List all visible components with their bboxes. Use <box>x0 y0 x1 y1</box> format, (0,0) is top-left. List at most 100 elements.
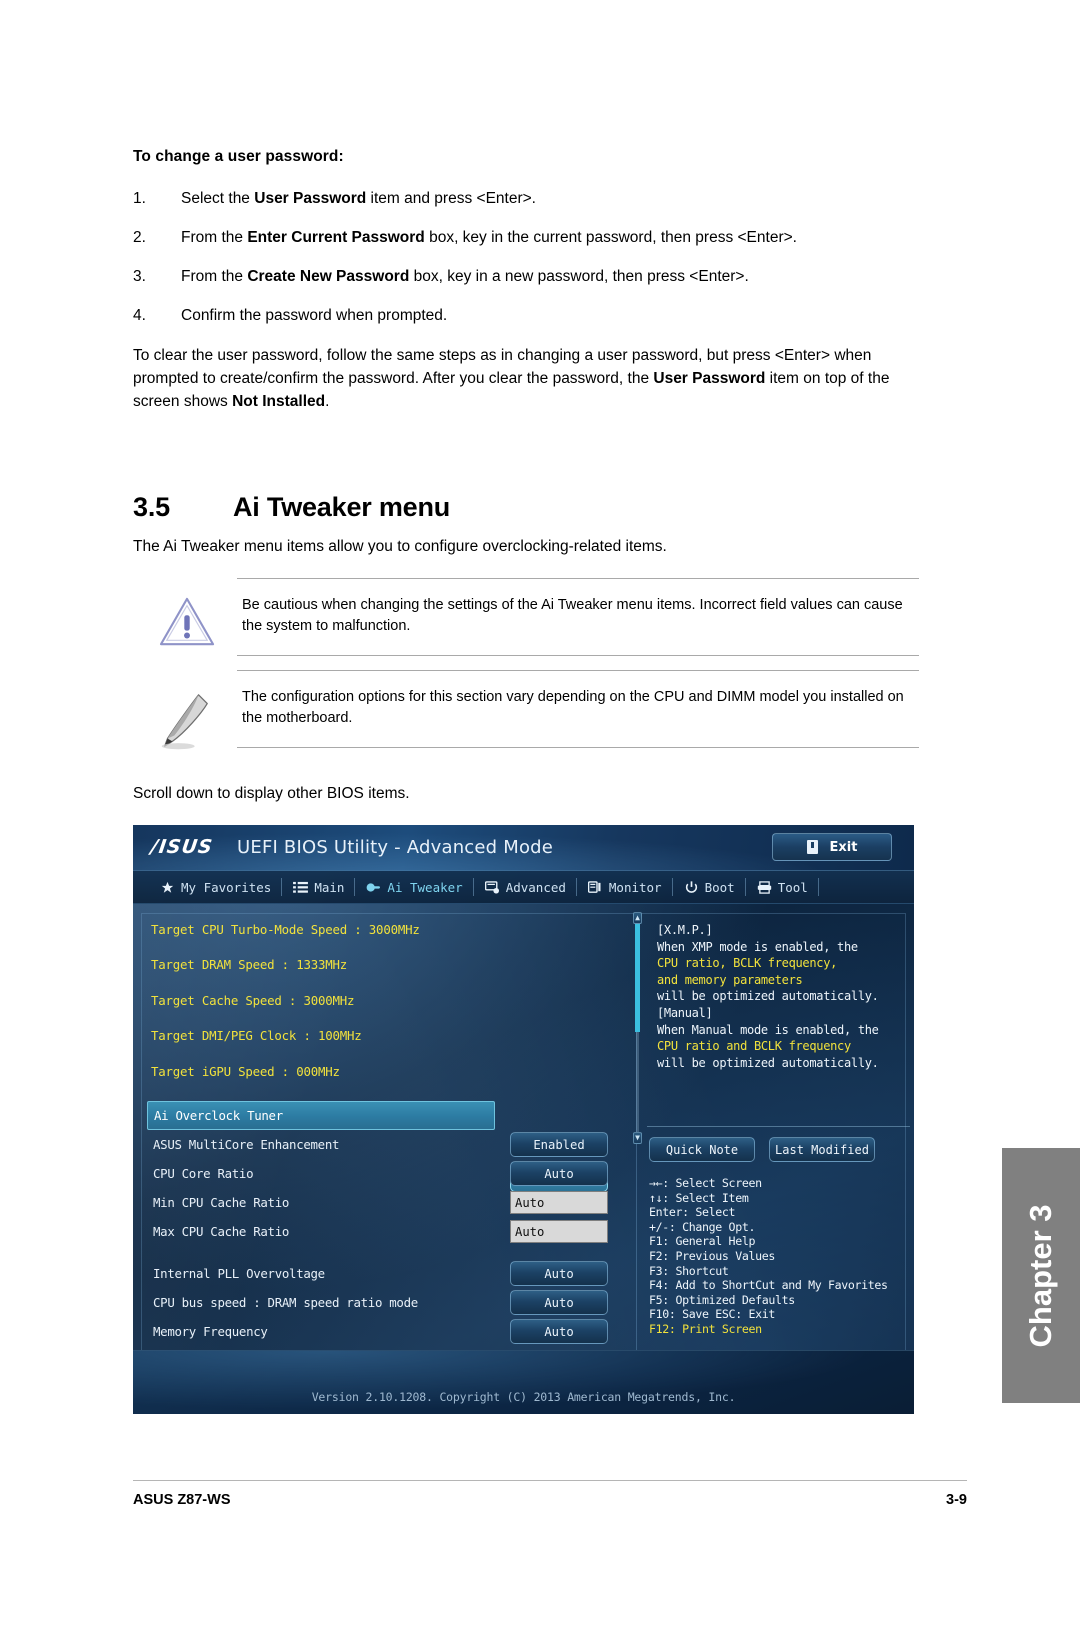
value-min-cpu-cache-ratio[interactable]: Auto <box>510 1191 608 1215</box>
tab-boot[interactable]: Boot <box>673 871 746 904</box>
tab-ai-tweaker[interactable]: Ai Tweaker <box>355 871 474 904</box>
scroll-up-arrow[interactable]: ▲ <box>633 912 642 924</box>
setting-row-min-cpu-cache-ratio[interactable]: Min CPU Cache Ratio Auto <box>147 1188 633 1217</box>
hotkey-line: F4: Add to ShortCut and My Favorites <box>649 1278 888 1293</box>
tweaker-icon <box>366 881 381 894</box>
setting-label: CPU Core Ratio <box>153 1166 254 1182</box>
scroll-thumb[interactable] <box>635 924 640 1032</box>
footer-product: ASUS Z87-WS <box>133 1492 231 1508</box>
step-text: From the Enter Current Password box, key… <box>181 229 797 246</box>
help-line: CPU ratio and BCLK frequency <box>657 1039 851 1054</box>
tab-label: Main <box>314 879 345 895</box>
tool-icon <box>757 880 772 894</box>
section-number: 3.5 <box>133 492 170 522</box>
hotkey-line: F1: General Help <box>649 1234 756 1249</box>
bios-content: Target CPU Turbo-Mode Speed : 3000MHz Ta… <box>133 904 914 1364</box>
section-subheading: To change a user password: <box>133 148 344 165</box>
bios-footer-bar: Version 2.10.1208. Copyright (C) 2013 Am… <box>133 1350 914 1414</box>
info-line: Target DRAM Speed : 1333MHz <box>151 957 348 973</box>
value-cpu-bus-dram-ratio[interactable]: Auto <box>510 1290 608 1316</box>
monitor-icon <box>587 880 603 894</box>
chapter-tab: Chapter 3 <box>1002 1148 1080 1403</box>
bios-copyright: Version 2.10.1208. Copyright (C) 2013 Am… <box>311 1390 736 1404</box>
setting-row-multicore-enhancement[interactable]: ASUS MultiCore Enhancement Enabled <box>147 1130 633 1159</box>
info-line: Target CPU Turbo-Mode Speed : 3000MHz <box>151 922 420 937</box>
asus-logo: /ISUS <box>149 836 215 858</box>
help-text: [X.M.P.] When XMP mode is enabled, the C… <box>657 922 904 1071</box>
info-line: Target DMI/PEG Clock : 100MHz <box>151 1028 362 1044</box>
step-text: Select the User Password item and press … <box>181 190 536 207</box>
help-pane: ▲ ▼ [X.M.P.] When XMP mode is enabled, t… <box>633 904 914 1364</box>
settings-pane: Target CPU Turbo-Mode Speed : 3000MHz Ta… <box>133 904 633 1364</box>
exit-button-label: Exit <box>829 839 858 855</box>
tab-label: Advanced <box>505 879 566 895</box>
step-number: 1. <box>133 190 146 207</box>
setting-label: Min CPU Cache Ratio <box>153 1195 290 1211</box>
help-line: [Manual] <box>657 1005 713 1020</box>
list-item: 2. From the Enter Current Password box, … <box>133 227 919 249</box>
setting-row-max-cpu-cache-ratio[interactable]: Max CPU Cache Ratio Auto <box>147 1217 633 1246</box>
hotkey-line: +/-: Change Opt. <box>649 1219 756 1234</box>
tab-main[interactable]: Main <box>282 871 356 904</box>
help-line: and memory parameters <box>657 972 803 987</box>
setting-row-ai-overclock-tuner[interactable]: Ai Overclock Tuner <box>147 1101 495 1131</box>
scroll-down-arrow[interactable]: ▼ <box>633 1132 642 1144</box>
hotkey-line: ↑↓: Select Item <box>649 1190 749 1205</box>
tab-monitor[interactable]: Monitor <box>577 871 673 904</box>
notes-block: Be cautious when changing the settings o… <box>133 578 919 750</box>
bios-tab-bar: My Favorites Main Ai Tweaker Advanced Mo… <box>133 871 914 904</box>
hotkey-line: Enter: Select <box>649 1205 736 1220</box>
setting-row-memory-frequency[interactable]: Memory Frequency Auto <box>147 1317 633 1346</box>
tab-tool[interactable]: Tool <box>746 871 819 904</box>
info-note: The configuration options for this secti… <box>133 670 919 750</box>
help-line: When XMP mode is enabled, the <box>657 939 858 954</box>
help-divider <box>647 1126 910 1127</box>
setting-label: CPU bus speed : DRAM speed ratio mode <box>153 1295 418 1311</box>
tab-label: Boot <box>704 879 735 895</box>
warning-icon-wrap <box>133 578 237 656</box>
value-cpu-core-ratio[interactable]: Auto <box>510 1161 608 1187</box>
setting-row-cpu-core-ratio[interactable]: CPU Core Ratio Auto <box>147 1159 633 1188</box>
chapter-tab-label: Chapter 3 <box>1023 1204 1058 1347</box>
hotkey-line: F2: Previous Values <box>649 1248 775 1263</box>
help-line: CPU ratio, BCLK frequency, <box>657 956 838 971</box>
tab-label: Ai Tweaker <box>387 879 463 895</box>
clear-password-paragraph: To clear the user password, follow the s… <box>133 347 890 410</box>
exit-button[interactable]: Exit <box>772 833 892 861</box>
setting-row-cpu-bus-dram-ratio[interactable]: CPU bus speed : DRAM speed ratio mode Au… <box>147 1288 633 1317</box>
document-page: To change a user password: 1. Select the… <box>0 0 1080 1627</box>
star-icon <box>160 881 175 894</box>
warning-note-text: Be cautious when changing the settings o… <box>237 578 919 657</box>
value-internal-pll-overvoltage[interactable]: Auto <box>510 1261 608 1287</box>
hotkey-line: →←: Select Screen <box>649 1176 762 1190</box>
setting-label: Internal PLL Overvoltage <box>153 1266 325 1282</box>
setting-label: ASUS MultiCore Enhancement <box>153 1137 340 1153</box>
step-number: 3. <box>133 268 146 285</box>
help-scrollbar[interactable]: ▲ ▼ <box>633 912 642 1144</box>
last-modified-button[interactable]: Last Modified <box>769 1137 875 1162</box>
info-note-text: The configuration options for this secti… <box>237 670 919 749</box>
hotkey-legend: →←: Select Screen ↑↓: Select Item Enter:… <box>649 1176 888 1337</box>
list-item: 3. From the Create New Password box, key… <box>133 266 919 288</box>
tab-advanced[interactable]: Advanced <box>474 871 577 904</box>
value-memory-frequency[interactable]: Auto <box>510 1319 608 1345</box>
hotkey-line: F12: Print Screen <box>649 1321 762 1336</box>
tab-my-favorites[interactable]: My Favorites <box>149 871 283 904</box>
footer-divider <box>133 1480 967 1481</box>
info-line: Target iGPU Speed : 000MHz <box>151 1063 340 1079</box>
value-max-cpu-cache-ratio[interactable]: Auto <box>510 1220 608 1244</box>
quick-note-button[interactable]: Quick Note <box>649 1137 755 1162</box>
warning-icon <box>159 597 215 646</box>
hotkey-line: F5: Optimized Defaults <box>649 1292 795 1307</box>
page-footer: ASUS Z87-WS 3-9 <box>133 1492 967 1508</box>
value-multicore-enhancement[interactable]: Enabled <box>510 1132 608 1158</box>
note-pencil-icon <box>161 694 208 750</box>
bios-screenshot: /ISUS UEFI BIOS Utility - Advanced Mode … <box>133 825 914 1414</box>
bios-header-bar: /ISUS UEFI BIOS Utility - Advanced Mode … <box>133 825 914 871</box>
list-icon <box>293 881 309 894</box>
setting-row-internal-pll-overvoltage[interactable]: Internal PLL Overvoltage Auto <box>147 1259 633 1288</box>
tab-label: Monitor <box>608 879 662 895</box>
section-title: Ai Tweaker menu <box>233 492 451 522</box>
info-line: Target Cache Speed : 3000MHz <box>151 992 355 1008</box>
hotkey-line: F10: Save ESC: Exit <box>649 1307 775 1322</box>
